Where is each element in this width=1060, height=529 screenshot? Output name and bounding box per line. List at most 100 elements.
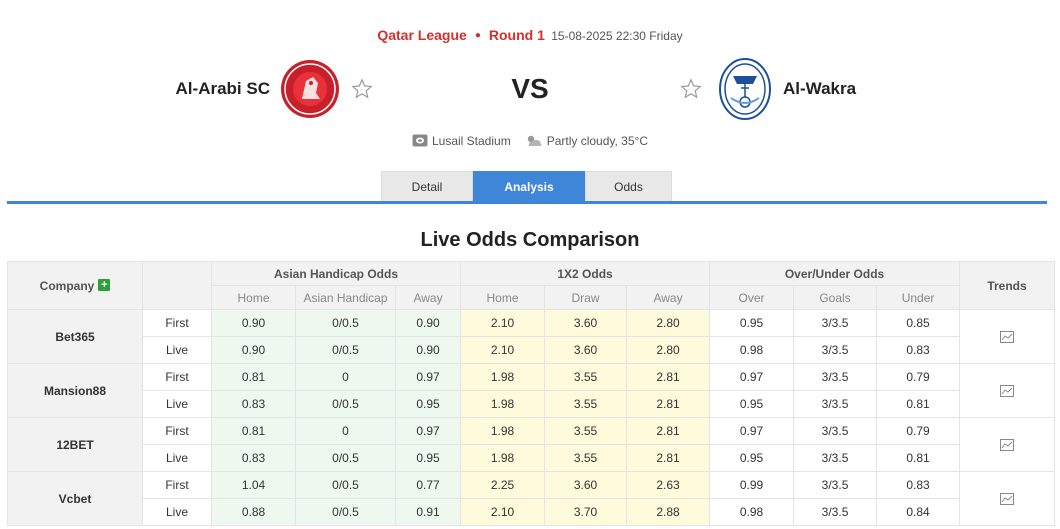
company-name[interactable]: Vcbet	[7, 471, 143, 526]
venue-name: Lusail Stadium	[431, 134, 511, 148]
trend-chart-icon[interactable]	[1000, 493, 1015, 506]
odds-comparison-table: Company + Asian Handicap Odds 1X2 Odds Ov…	[7, 261, 1056, 526]
col-header: Home	[211, 285, 296, 310]
ou-over-odds: 0.98	[709, 498, 795, 526]
1x2-away-odds: 2.80	[626, 336, 711, 364]
over-under-header: Over/Under Odds	[709, 261, 961, 286]
tab-detail[interactable]: Detail	[381, 171, 473, 202]
1x2-header: 1X2 Odds	[460, 261, 711, 286]
asian-handicap-header: Asian Handicap Odds	[210, 261, 462, 286]
1x2-away-odds: 2.81	[626, 444, 711, 472]
ou-over-odds: 0.98	[709, 336, 795, 364]
1x2-draw-odds: 3.70	[544, 498, 628, 526]
ah-home-odds: 0.83	[211, 444, 296, 472]
ah-handicap: 0/0.5	[295, 498, 396, 526]
1x2-away-odds: 2.81	[626, 390, 711, 418]
1x2-away-odds: 2.81	[626, 417, 711, 445]
company-name[interactable]: 12BET	[7, 417, 143, 472]
ah-handicap: 0	[295, 363, 396, 391]
odds-row: Live 0.83 0/0.5 0.95 1.98 3.55 2.81 0.95 3/3.5 0.…	[8, 444, 1055, 472]
col-header: Asian Handicap	[295, 285, 396, 310]
favorite-star-icon[interactable]	[680, 78, 702, 100]
1x2-home-odds: 1.98	[460, 417, 546, 445]
stage-label: Live	[142, 498, 212, 526]
add-company-icon[interactable]: +	[98, 279, 111, 292]
stage-label: First	[142, 471, 212, 499]
ah-handicap: 0/0.5	[295, 444, 396, 472]
trend-chart-button[interactable]	[959, 309, 1056, 364]
ah-home-odds: 0.88	[211, 498, 296, 526]
ou-under-odds: 0.83	[876, 471, 961, 499]
stadium-icon	[412, 134, 428, 147]
1x2-draw-odds: 3.55	[544, 390, 628, 418]
company-name[interactable]: Bet365	[7, 309, 143, 364]
col-header: Goals	[793, 285, 878, 310]
col-header: Over	[709, 285, 795, 310]
trend-chart-button[interactable]	[959, 363, 1056, 418]
ou-goals: 3/3.5	[793, 309, 878, 337]
ah-home-odds: 1.04	[211, 471, 296, 499]
col-header: Under	[876, 285, 961, 310]
weather-text: Partly cloudy, 35°C	[546, 134, 648, 148]
ou-under-odds: 0.85	[876, 309, 961, 337]
away-team-logo[interactable]	[719, 58, 771, 120]
1x2-away-odds: 2.80	[626, 309, 711, 337]
odds-row: 12BET First 0.81 0 0.97 1.98 3.55 2.81 0.97 3/3.5…	[7, 417, 1056, 472]
1x2-draw-odds: 3.55	[544, 444, 628, 472]
ou-under-odds: 0.81	[876, 390, 961, 418]
1x2-home-odds: 1.98	[460, 390, 546, 418]
ou-over-odds: 0.97	[709, 363, 795, 391]
odds-row: Live 0.88 0/0.5 0.91 2.10 3.70 2.88 0.98 3/3.5 0.…	[8, 498, 1055, 526]
1x2-draw-odds: 3.55	[544, 417, 628, 445]
ah-handicap: 0/0.5	[295, 336, 396, 364]
col-header: Away	[394, 285, 462, 310]
ou-under-odds: 0.79	[876, 417, 961, 445]
league-link[interactable]: Qatar League	[377, 27, 466, 43]
ou-over-odds: 0.95	[709, 444, 795, 472]
ou-goals: 3/3.5	[793, 417, 878, 445]
ah-away-odds: 0.91	[394, 498, 462, 526]
trend-chart-icon[interactable]	[1000, 331, 1015, 344]
col-header: Draw	[544, 285, 628, 310]
ou-goals: 3/3.5	[793, 363, 878, 391]
away-team-name[interactable]: Al-Wakra	[783, 79, 856, 99]
col-header: Away	[626, 285, 711, 310]
1x2-draw-odds: 3.55	[544, 363, 628, 391]
ou-under-odds: 0.84	[876, 498, 961, 526]
company-name[interactable]: Mansion88	[7, 363, 143, 418]
section-title: Live Odds Comparison	[420, 229, 640, 251]
ah-away-odds: 0.95	[394, 390, 462, 418]
stage-label: Live	[142, 390, 212, 418]
trend-chart-icon[interactable]	[1000, 385, 1015, 398]
ou-goals: 3/3.5	[793, 444, 878, 472]
company-header: Company +	[7, 261, 143, 310]
trend-chart-icon[interactable]	[1000, 439, 1015, 452]
1x2-home-odds: 2.10	[460, 498, 546, 526]
1x2-home-odds: 2.25	[460, 471, 546, 499]
match-tabs: Detail Analysis Odds	[381, 171, 672, 202]
stage-label: Live	[142, 444, 212, 472]
odds-row: Bet365 First 0.90 0/0.5 0.90 2.10 3.60 2.80 0.95…	[7, 309, 1056, 364]
tab-analysis[interactable]: Analysis	[473, 171, 585, 202]
col-header: Home	[460, 285, 546, 310]
ou-goals: 3/3.5	[793, 471, 878, 499]
tab-odds[interactable]: Odds	[585, 171, 672, 202]
odds-row: Live 0.90 0/0.5 0.90 2.10 3.60 2.80 0.98 3/3.5 0.…	[8, 336, 1055, 364]
ah-home-odds: 0.90	[211, 336, 296, 364]
ah-handicap: 0/0.5	[295, 471, 396, 499]
ah-away-odds: 0.90	[394, 309, 462, 337]
stage-label: Live	[142, 336, 212, 364]
stage-label: First	[142, 417, 212, 445]
1x2-away-odds: 2.81	[626, 363, 711, 391]
ou-under-odds: 0.83	[876, 336, 961, 364]
ou-over-odds: 0.99	[709, 471, 795, 499]
trend-chart-button[interactable]	[959, 417, 1056, 472]
ou-over-odds: 0.95	[709, 309, 795, 337]
stage-label: First	[142, 309, 212, 337]
ah-away-odds: 0.97	[394, 363, 462, 391]
ou-under-odds: 0.79	[876, 363, 961, 391]
trend-chart-button[interactable]	[959, 471, 1056, 526]
1x2-home-odds: 1.98	[460, 444, 546, 472]
venue-weather-line: Lusail Stadium Partly cloudy, 35°C	[0, 134, 1060, 149]
versus-label: VS	[511, 73, 549, 104]
